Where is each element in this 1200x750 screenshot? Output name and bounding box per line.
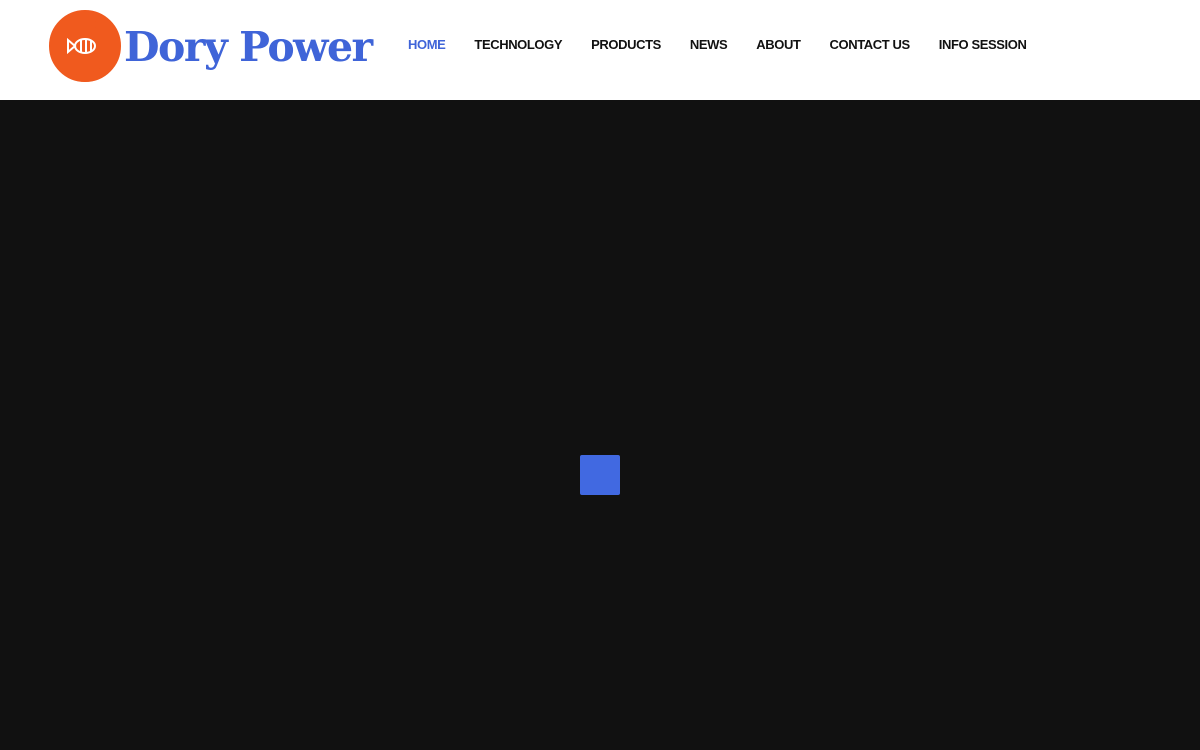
loading-spinner-icon <box>580 455 620 495</box>
logo-link[interactable]: Dory Power <box>48 8 373 84</box>
main-nav: HOME TECHNOLOGY PRODUCTS NEWS ABOUT CONT… <box>408 37 1027 52</box>
nav-link-about[interactable]: ABOUT <box>756 37 801 52</box>
nav-item-products: PRODUCTS <box>591 37 661 52</box>
nav-link-technology[interactable]: TECHNOLOGY <box>474 37 562 52</box>
nav-link-products[interactable]: PRODUCTS <box>591 37 661 52</box>
nav-link-news[interactable]: NEWS <box>690 37 728 52</box>
nav-item-technology: TECHNOLOGY <box>474 37 562 52</box>
brand-name: Dory Power <box>124 22 373 71</box>
nav-link-contact-us[interactable]: CONTACT US <box>830 37 911 52</box>
nav-link-home[interactable]: HOME <box>408 37 446 52</box>
hero-section <box>0 100 1200 750</box>
nav-item-home: HOME <box>408 37 446 52</box>
spiral-fish-logo-icon <box>49 10 121 82</box>
nav-item-news: NEWS <box>690 37 728 52</box>
nav-item-contact-us: CONTACT US <box>830 37 911 52</box>
nav-link-info-session[interactable]: INFO SESSION <box>939 37 1027 52</box>
site-header: Dory Power HOME TECHNOLOGY PRODUCTS NEWS… <box>0 0 1200 100</box>
nav-item-about: ABOUT <box>756 37 801 52</box>
nav-item-info-session: INFO SESSION <box>939 37 1027 52</box>
